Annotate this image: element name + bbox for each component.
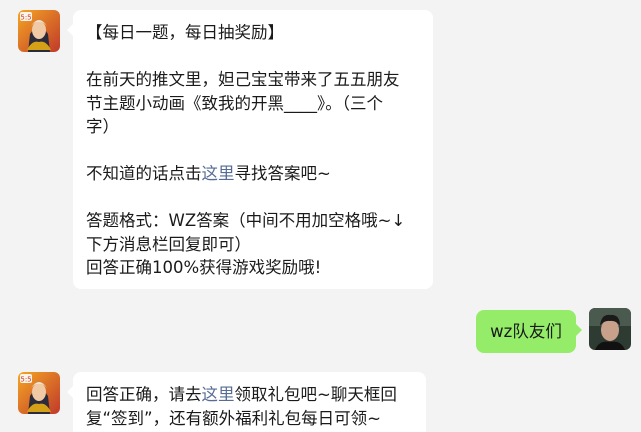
message-text: 复“签到”，还有额外福利礼包每日可领~ bbox=[86, 408, 381, 428]
message-text-part: 不知道的话点击 bbox=[86, 164, 202, 183]
message-text: 回答正确100%获得游戏奖励哦! bbox=[86, 258, 322, 277]
official-avatar[interactable]: 5:5 bbox=[18, 10, 60, 52]
message-text: 下方消息栏回复即可） bbox=[86, 234, 251, 254]
message-text: 答题格式：WZ答案（中间不用加空格哦~↓ bbox=[86, 211, 406, 230]
message-text-part: 领取礼包吧~聊天框回 bbox=[234, 385, 397, 404]
user-portrait-avatar-icon bbox=[589, 308, 631, 350]
reward-link[interactable]: 这里 bbox=[202, 385, 235, 404]
game-hero-avatar-icon: 5:5 bbox=[18, 372, 60, 414]
message-text: 不知道的话点击这里寻找答案吧~ bbox=[86, 162, 421, 186]
message-text-part: 回答正确，请去 bbox=[86, 385, 202, 404]
svg-text:5:5: 5:5 bbox=[20, 376, 31, 384]
message-text: 节主题小动画《致我的开黑____》。（三个 bbox=[86, 93, 383, 113]
message-bubble-user[interactable]: wz队友们 bbox=[476, 310, 582, 353]
message-text-part: 寻找答案吧~ bbox=[234, 164, 331, 183]
chat-window: 5:5 【每日一题，每日抽奖励】 在前天的推文里，妲己宝宝带来了五五朋友 节主题… bbox=[0, 0, 641, 432]
message-text: 在前天的推文里，妲己宝宝带来了五五朋友 bbox=[86, 70, 400, 89]
message-text: 【每日一题，每日抽奖励】 bbox=[86, 23, 284, 42]
message-text: wz队友们 bbox=[490, 322, 562, 341]
message-text: 回答正确，请去这里领取礼包吧~聊天框回 bbox=[86, 383, 414, 407]
svg-text:5:5: 5:5 bbox=[20, 14, 31, 22]
message-bubble-question[interactable]: 【每日一题，每日抽奖励】 在前天的推文里，妲己宝宝带来了五五朋友 节主题小动画《… bbox=[67, 10, 433, 289]
answer-link[interactable]: 这里 bbox=[202, 164, 235, 183]
user-avatar[interactable] bbox=[589, 308, 631, 350]
message-bubble-reward[interactable]: 回答正确，请去这里领取礼包吧~聊天框回 复“签到”，还有额外福利礼包每日可领~ bbox=[67, 372, 426, 432]
game-hero-avatar-icon: 5:5 bbox=[18, 10, 60, 52]
official-avatar[interactable]: 5:5 bbox=[18, 372, 60, 414]
message-text: 字） bbox=[86, 117, 119, 136]
